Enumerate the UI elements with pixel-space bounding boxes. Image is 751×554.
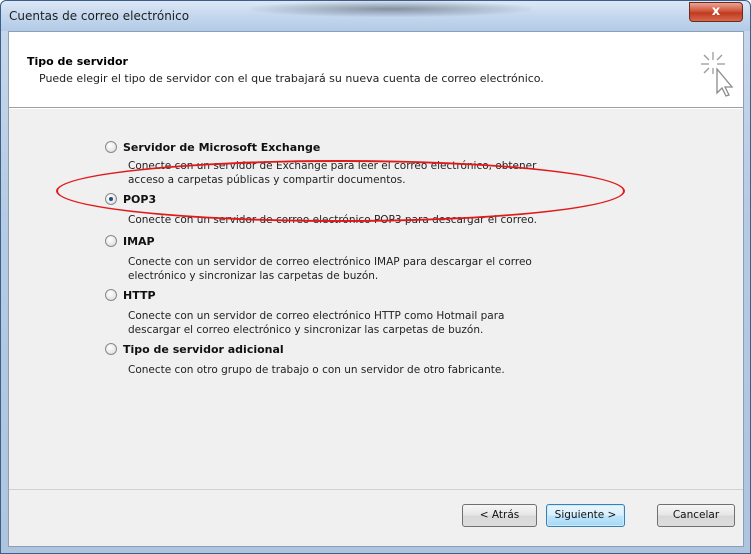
close-button[interactable]: x bbox=[689, 2, 743, 22]
wizard-footer: < Atrás Siguiente > Cancelar bbox=[9, 489, 743, 546]
description-line: Conecte con otro grupo de trabajo o con … bbox=[128, 364, 505, 376]
dialog-window: Cuentas de correo electrónico x Tipo de … bbox=[0, 0, 751, 554]
option-imap[interactable]: IMAP bbox=[105, 235, 155, 248]
option-imap-description: Conecte con un servidor de correo electr… bbox=[128, 255, 598, 283]
option-exchange[interactable]: Servidor de Microsoft Exchange bbox=[105, 141, 320, 154]
radio-additional[interactable] bbox=[105, 343, 117, 355]
radio-http[interactable] bbox=[105, 289, 117, 301]
wizard-header: Tipo de servidor Puede elegir el tipo de… bbox=[9, 32, 743, 108]
page-subtitle: Puede elegir el tipo de servidor con el … bbox=[39, 72, 544, 85]
radio-imap[interactable] bbox=[105, 235, 117, 247]
window-title: Cuentas de correo electrónico bbox=[9, 9, 190, 23]
description-line: electrónico y sincronizar las carpetas d… bbox=[128, 270, 379, 282]
highlight-annotation-ellipse bbox=[56, 160, 625, 222]
option-http-description: Conecte con un servidor de correo electr… bbox=[128, 309, 598, 337]
next-button[interactable]: Siguiente > bbox=[546, 504, 625, 527]
wizard-cursor-sparkle-icon bbox=[701, 52, 734, 97]
radio-exchange[interactable] bbox=[105, 141, 117, 153]
cancel-button[interactable]: Cancelar bbox=[657, 504, 735, 527]
title-bar[interactable]: Cuentas de correo electrónico x bbox=[1, 1, 750, 31]
page-title: Tipo de servidor bbox=[27, 55, 128, 68]
back-button[interactable]: < Atrás bbox=[462, 504, 537, 527]
dialog-client-area: Tipo de servidor Puede elegir el tipo de… bbox=[8, 31, 744, 547]
option-additional-label: Tipo de servidor adicional bbox=[123, 343, 284, 356]
description-line: descargar el correo electrónico y sincro… bbox=[128, 324, 484, 336]
option-exchange-label: Servidor de Microsoft Exchange bbox=[123, 141, 321, 154]
description-line: Conecte con un servidor de correo electr… bbox=[128, 310, 505, 322]
description-line: Conecte con un servidor de correo electr… bbox=[128, 256, 532, 268]
option-http-label: HTTP bbox=[123, 289, 156, 302]
option-imap-label: IMAP bbox=[123, 235, 155, 248]
option-additional-description: Conecte con otro grupo de trabajo o con … bbox=[128, 363, 598, 377]
option-http[interactable]: HTTP bbox=[105, 289, 156, 302]
option-additional[interactable]: Tipo de servidor adicional bbox=[105, 343, 284, 356]
close-icon: x bbox=[711, 4, 721, 19]
